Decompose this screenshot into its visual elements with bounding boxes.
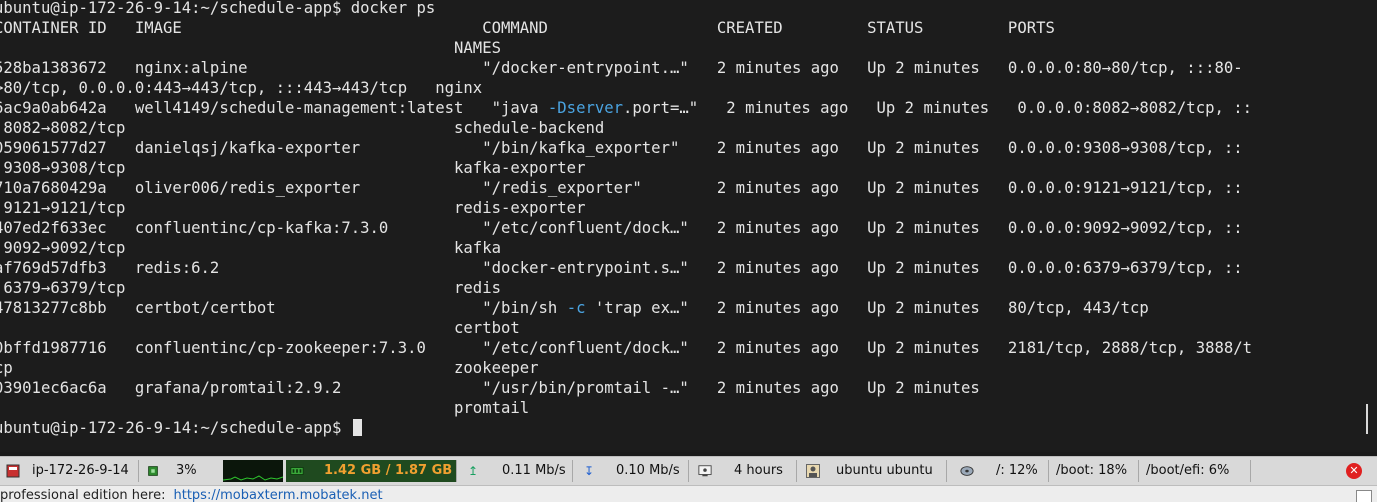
command-flag: -c bbox=[566, 299, 586, 317]
terminal-line: 059061577d27 danielqsj/kafka-exporter "/… bbox=[0, 139, 1243, 157]
status-user: ubuntu ubuntu bbox=[802, 460, 947, 482]
terminal-line: >80/tcp, 0.0.0.0:443→443/tcp, :::443→443… bbox=[0, 79, 483, 97]
user-icon bbox=[806, 464, 820, 478]
terminal-line: :9121→9121/tcp redis-exporter bbox=[0, 199, 586, 217]
terminal-line: 03901ec6ac6a grafana/promtail:2.9.2 "/us… bbox=[0, 379, 980, 397]
terminal-line: 710a7680429a oliver006/redis_exporter "/… bbox=[0, 179, 1243, 197]
clock-icon bbox=[698, 464, 712, 478]
memory-icon bbox=[290, 464, 304, 478]
terminal-cursor bbox=[352, 419, 362, 436]
terminal-line: certbot bbox=[0, 319, 520, 337]
terminal-line: :9308→9308/tcp kafka-exporter bbox=[0, 159, 586, 177]
status-memory: 1.42 GB / 1.87 GB bbox=[286, 460, 457, 482]
server-icon bbox=[6, 464, 20, 478]
download-arrow-icon: ↧ bbox=[583, 464, 595, 478]
terminal-line: promtail bbox=[0, 399, 530, 417]
status-bar: ip-172-26-9-14 3% 1.42 GB / 1.87 GB ↥ 0.… bbox=[0, 456, 1377, 486]
terminal-line: CONTAINER ID IMAGE COMMAND CREATED STATU… bbox=[0, 19, 1055, 37]
footer-text: professional edition here: bbox=[0, 488, 166, 502]
cpu-chip-icon bbox=[146, 464, 160, 478]
upload-arrow-icon: ↥ bbox=[467, 464, 479, 478]
status-download: ↧ 0.10 Mb/s bbox=[578, 460, 689, 482]
status-cpu: 3% bbox=[142, 460, 220, 482]
scrollbar-thumb[interactable] bbox=[1366, 404, 1368, 434]
status-disk-efi: /boot/efi: 6% bbox=[1140, 460, 1251, 482]
terminal-line: NAMES bbox=[0, 39, 501, 57]
terminal-line: 6ac9a0ab642a well4149/schedule-managemen… bbox=[0, 99, 1253, 117]
terminal-line: :8082→8082/tcp schedule-backend bbox=[0, 119, 605, 137]
status-uptime: 4 hours bbox=[694, 460, 797, 482]
terminal-scrollbar[interactable] bbox=[1365, 0, 1377, 452]
terminal-line: :9092→9092/tcp kafka bbox=[0, 239, 501, 257]
status-host: ip-172-26-9-14 bbox=[2, 460, 139, 482]
status-disk-boot: /boot: 18% bbox=[1050, 460, 1139, 482]
terminal-line: 47813277c8bb certbot/certbot "/bin/sh -c… bbox=[0, 299, 1149, 317]
footer-bar: professional edition here: https://mobaxt… bbox=[0, 486, 1377, 502]
terminal-line: af769d57dfb3 redis:6.2 "docker-entrypoin… bbox=[0, 259, 1243, 277]
terminal-line: 407ed2f633ec confluentinc/cp-kafka:7.3.0… bbox=[0, 219, 1243, 237]
status-disk-root: /: 12% bbox=[952, 460, 1049, 482]
disk-icon bbox=[960, 464, 974, 478]
terminal-output[interactable]: ubuntu@ip-172-26-9-14:~/schedule-app$ do… bbox=[0, 0, 1365, 452]
terminal-line: 528ba1383672 nginx:alpine "/docker-entry… bbox=[0, 59, 1243, 77]
terminal-line: ubuntu@ip-172-26-9-14:~/schedule-app$ bbox=[0, 418, 362, 438]
terminal-line: :6379→6379/tcp redis bbox=[0, 279, 501, 297]
close-icon[interactable]: ✕ bbox=[1346, 463, 1362, 479]
command-flag: -Dserver bbox=[547, 99, 624, 117]
terminal-line: ubuntu@ip-172-26-9-14:~/schedule-app$ do… bbox=[0, 0, 436, 17]
status-upload: ↥ 0.11 Mb/s bbox=[462, 460, 573, 482]
footer-link[interactable]: https://mobaxterm.mobatek.net bbox=[173, 488, 382, 502]
footer-checkbox[interactable] bbox=[1356, 490, 1372, 502]
cpu-graph bbox=[223, 460, 283, 482]
terminal-line: 0bffd1987716 confluentinc/cp-zookeeper:7… bbox=[0, 339, 1253, 357]
terminal-line: cp zookeeper bbox=[0, 359, 539, 377]
